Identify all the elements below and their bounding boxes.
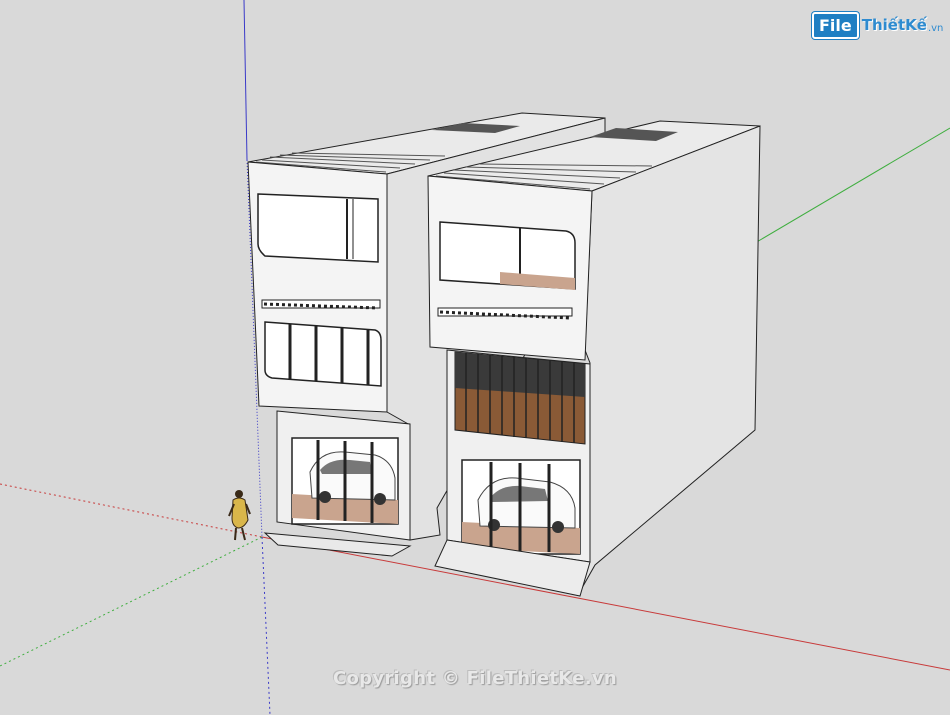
left-car <box>309 451 396 505</box>
right-vent-strip <box>437 307 573 320</box>
left-top-window <box>257 193 379 263</box>
red-axis-dotted <box>0 483 263 538</box>
green-axis-dotted <box>0 536 263 667</box>
3d-scene[interactable] <box>0 0 950 715</box>
site-logo: File ThiếtKế .vn <box>812 10 943 40</box>
right-car <box>477 477 576 533</box>
left-middle-window <box>264 321 382 387</box>
red-axis-solid <box>261 536 950 671</box>
logo-tld-text: .vn <box>927 22 944 34</box>
person-figure[interactable] <box>228 490 251 541</box>
blue-axis-solid <box>243 0 248 161</box>
right-side-wall <box>577 125 761 596</box>
modeling-viewport[interactable]: File ThiếtKế .vn Copyright © FileThietKe… <box>0 0 950 715</box>
townhouse-right[interactable] <box>427 120 761 597</box>
right-wood-screen <box>454 351 586 445</box>
copyright-watermark: Copyright © FileThietKe.vn <box>332 668 618 689</box>
logo-name-text: ThiếtKế <box>861 16 927 34</box>
green-axis-solid <box>754 127 950 244</box>
logo-file-text: File <box>812 11 859 39</box>
left-vent-strip <box>261 299 381 310</box>
